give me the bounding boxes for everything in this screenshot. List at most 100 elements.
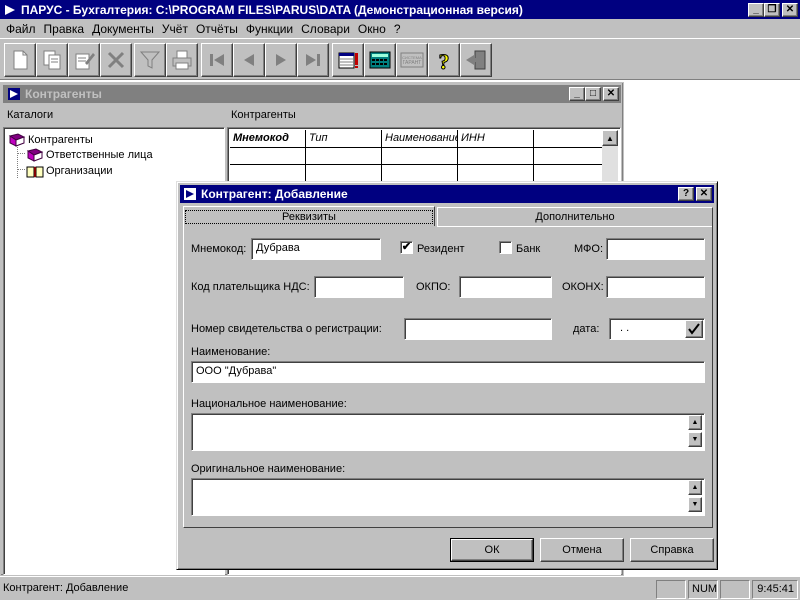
minimize-icon: _ [753,3,759,15]
grid-cell[interactable] [306,165,382,182]
prev-record-button[interactable] [233,43,265,77]
delete-icon [107,51,125,69]
new-button[interactable] [4,43,36,77]
garant-button[interactable]: СИСТЕМА ГАРАНТ [396,43,428,77]
scroll-up-button[interactable]: ▲ [688,415,702,430]
cancel-button[interactable]: Отмена [540,538,624,562]
national-name-field[interactable]: ▲ ▼ [191,413,705,451]
contragents-maximize-button[interactable]: □ [585,87,601,101]
copy-button[interactable] [36,43,68,77]
menu-reports[interactable]: Отчёты [192,22,242,36]
grid-cell[interactable] [458,148,534,165]
original-name-field[interactable]: ▲ ▼ [191,478,705,516]
delete-button[interactable] [100,43,132,77]
grid-column-name[interactable]: Наименование [382,130,458,148]
menu-functions[interactable]: Функции [242,22,297,36]
menu-help[interactable]: ? [390,22,405,36]
restore-button[interactable]: ❐ [764,2,780,17]
last-record-button[interactable] [297,43,329,77]
okonh-field[interactable] [606,276,705,298]
next-record-button[interactable] [265,43,297,77]
grid-cell[interactable] [534,148,604,165]
resident-checkbox[interactable]: ✔ [400,241,413,254]
app-icon[interactable] [3,2,17,17]
menu-window[interactable]: Окно [354,22,390,36]
filter-button[interactable] [134,43,166,77]
contragents-list-header: Контрагенты [231,109,296,121]
original-name-scrollbar[interactable]: ▲ ▼ [687,480,703,514]
window-icon[interactable] [7,87,21,101]
tab-requisites[interactable]: Реквизиты [183,206,435,226]
app-title-bar[interactable]: ПАРУС - Бухгалтерия: C:\PROGRAM FILES\PA… [0,0,800,19]
grid-column-extra[interactable] [534,130,604,148]
tree-node-contragents[interactable]: Контрагенты [8,133,93,147]
status-message: Контрагент: Добавление [3,582,129,594]
exit-button[interactable] [460,43,492,77]
grid-cell[interactable] [458,165,534,182]
grid-cell[interactable] [382,148,458,165]
dialog-close-button[interactable]: ✕ [696,187,712,201]
national-name-scrollbar[interactable]: ▲ ▼ [687,415,703,449]
bank-checkbox[interactable] [499,241,512,254]
catalogs-header: Каталоги [7,109,54,121]
num-lock-indicator: NUM [688,580,718,599]
contragents-minimize-button[interactable]: _ [569,87,585,101]
mnemocode-field[interactable]: Дубрава [251,238,381,260]
edit-button[interactable] [68,43,100,77]
certificate-number-field[interactable] [404,318,552,340]
ok-button[interactable]: ОК [450,538,534,562]
contragent-add-dialog: Контрагент: Добавление ? ✕ Реквизиты Доп… [176,181,718,570]
print-button[interactable] [166,43,198,77]
toolbar-group-filter [134,43,198,77]
first-record-button[interactable] [201,43,233,77]
scroll-up-button[interactable]: ▲ [602,130,618,146]
menu-dictionaries[interactable]: Словари [297,22,354,36]
scroll-down-button[interactable]: ▼ [688,432,702,447]
scroll-down-button[interactable]: ▼ [688,497,702,512]
date-picker-button[interactable] [685,320,703,338]
contragents-window-title-bar[interactable]: Контрагенты _ □ ✕ [3,85,621,103]
tree-node-responsible-persons[interactable]: Ответственные лица [26,148,153,162]
scroll-up-button[interactable]: ▲ [688,480,702,495]
menu-edit[interactable]: Правка [40,22,89,36]
contragents-window-title: Контрагенты [25,87,102,101]
grid-column-inn[interactable]: ИНН [458,130,534,148]
arrow-up-icon: ▲ [691,484,699,491]
menu-documents[interactable]: Документы [88,22,158,36]
menu-file[interactable]: Файл [2,22,40,36]
grid-cell[interactable] [230,165,306,182]
help-dialog-button[interactable]: Справка [630,538,714,562]
grid-cell[interactable] [230,148,306,165]
minimize-button[interactable]: _ [748,2,764,17]
close-icon: ✕ [785,3,795,15]
grid-column-type[interactable]: Тип [306,130,382,148]
tab-additional[interactable]: Дополнительно [437,207,713,227]
ok-label: ОК [484,544,500,556]
okpo-field[interactable] [459,276,552,298]
dialog-help-button[interactable]: ? [678,187,694,201]
grid-cell[interactable] [534,165,604,182]
calculator-button[interactable] [364,43,396,77]
menu-accounting[interactable]: Учёт [158,22,192,36]
vat-payer-code-field[interactable] [314,276,404,298]
close-button[interactable]: ✕ [782,2,798,17]
calendar-button[interactable] [332,43,364,77]
date-value: . . [620,322,630,334]
grid-column-mnemocode[interactable]: Мнемокод [230,130,306,148]
print-icon [172,50,192,70]
mfo-field[interactable] [606,238,705,260]
arrow-up-icon: ▲ [606,133,614,143]
name-field[interactable]: ООО "Дубрава" [191,361,705,383]
help-button[interactable]: ? [428,43,460,77]
date-field[interactable]: . . [609,318,705,340]
table-row[interactable] [230,165,604,182]
table-row[interactable] [230,148,604,165]
tree-node-organizations[interactable]: Организации [26,164,113,178]
filter-icon [139,51,161,69]
dialog-title-bar[interactable]: Контрагент: Добавление ? ✕ [180,185,714,203]
toolbar-group-navigation [201,43,329,77]
contragents-close-button[interactable]: ✕ [603,87,619,101]
grid-cell[interactable] [382,165,458,182]
grid-cell[interactable] [306,148,382,165]
close-icon: ✕ [606,88,616,99]
